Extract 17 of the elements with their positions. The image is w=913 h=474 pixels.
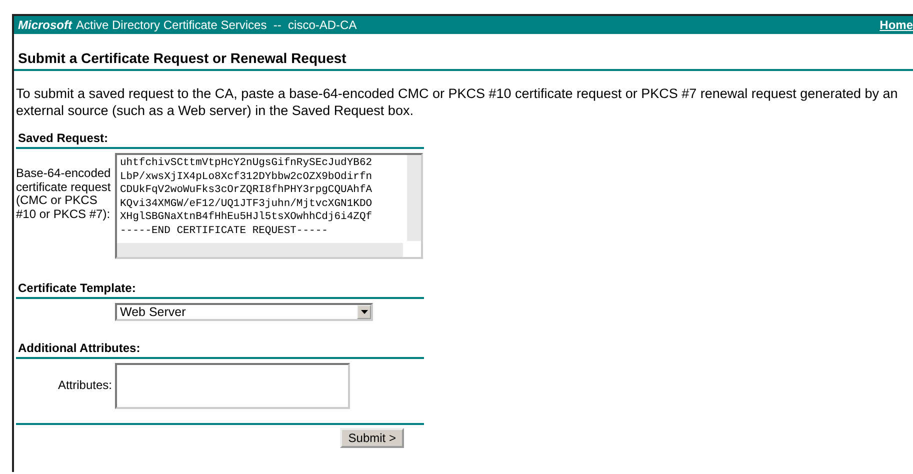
page-title: Submit a Certificate Request or Renewal Request bbox=[14, 34, 913, 71]
brand-name: Microsoft bbox=[18, 18, 72, 32]
submit-button[interactable]: Submit > bbox=[340, 428, 404, 448]
attributes-field[interactable] bbox=[115, 363, 350, 409]
caret-icon bbox=[360, 310, 368, 314]
horizontal-scrollbar[interactable] bbox=[117, 243, 403, 257]
template-dropdown[interactable]: Web Server bbox=[115, 303, 373, 321]
field-label: Base-64-encoded certificate request (CMC or PKCS #10 or PKCS #7): bbox=[16, 165, 112, 221]
section-heading: Additional Attributes: bbox=[16, 341, 424, 359]
section-heading: Saved Request: bbox=[16, 131, 424, 149]
vertical-scrollbar[interactable] bbox=[407, 155, 421, 241]
section-heading: Certificate Template: bbox=[16, 281, 424, 299]
header-title: Active Directory Certificate Services -- cisco-AD-CA bbox=[76, 18, 357, 32]
saved-request-field[interactable]: uhtfchivSCttmVtpHcY2nUgsGifnRySEcJudYB62 LbP/xwsXjIX4pLo8Xcf312DYbbw2cOZX9bOdirfn CDUkFqV2woWuFks3cOrZQRI8fhPHY3rpgCQUAhfA KQvi34XMGW/eF12/UQ1JTF3juhn/MjtvcXGN1KDO XHglSBGNaXtnB4fHhEu5HJl5tsXOwhhCdj6i4ZQf -----END CERTIFICATE REQUEST----- bbox=[115, 153, 423, 259]
intro-text: To submit a saved request to the CA, paste a base-64-encoded CMC or PKCS #10 certificate request or PKCS #7 renewal request generated by an external source (such as a Web server) in the Saved Request box. bbox=[16, 85, 899, 119]
home-link[interactable]: Home bbox=[880, 18, 913, 32]
field-label: Attributes: bbox=[56, 379, 112, 393]
